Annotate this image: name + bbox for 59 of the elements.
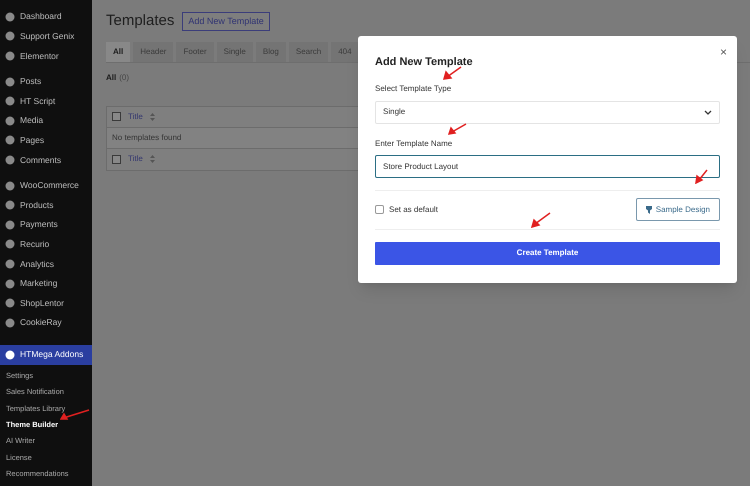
sidebar-item[interactable]: WooCommerce xyxy=(0,176,92,196)
circle-icon xyxy=(5,180,15,191)
annotation-arrow xyxy=(448,123,467,135)
field-label: Select Template Type xyxy=(375,82,452,94)
checkbox[interactable] xyxy=(112,112,121,121)
sidebar-item[interactable]: Elementor xyxy=(0,46,92,66)
sidebar-item[interactable]: CookieRay xyxy=(0,312,92,332)
circle-icon xyxy=(5,200,15,210)
sidebar-item[interactable]: Products xyxy=(0,195,92,215)
circle-icon xyxy=(5,154,15,165)
sidebar-item[interactable]: Recurio xyxy=(0,234,92,254)
checkbox[interactable] xyxy=(375,205,384,214)
template-type-select[interactable]: Single xyxy=(375,100,720,124)
annotation-arrow xyxy=(443,66,462,80)
sidebar-item[interactable]: Analytics xyxy=(0,254,92,274)
sidebar-item[interactable]: Payments xyxy=(0,214,92,235)
field-label: Enter Template Name xyxy=(375,138,454,150)
circle-icon xyxy=(5,220,15,230)
circle-icon xyxy=(5,278,15,289)
circle-icon xyxy=(5,135,15,146)
circle-icon xyxy=(5,31,15,42)
sidebar-item[interactable]: Comments xyxy=(0,150,92,170)
sort-icon[interactable] xyxy=(150,155,155,163)
circle-icon xyxy=(5,298,15,308)
select-value: Single xyxy=(383,106,406,118)
circle-icon xyxy=(5,50,15,61)
checkbox[interactable] xyxy=(112,154,121,164)
sidebar-item[interactable]: Marketing xyxy=(0,274,92,294)
sidebar-item[interactable]: Support Genix xyxy=(0,26,92,46)
filter-link[interactable]: All xyxy=(106,72,116,84)
modal-title: Add New Template xyxy=(375,55,474,70)
empty-message: No templates found xyxy=(112,132,182,144)
sort-icon[interactable] xyxy=(150,112,155,120)
sidebar-item[interactable]: Pages xyxy=(0,130,92,150)
circle-icon xyxy=(5,239,15,250)
sidebar-item[interactable]: ShopLentor xyxy=(0,293,92,313)
circle-icon xyxy=(5,258,15,269)
annotation-arrow xyxy=(695,169,708,184)
circle-icon xyxy=(5,318,15,328)
close-button[interactable]: × xyxy=(720,46,727,58)
page-title: Templates xyxy=(106,11,174,31)
filter-count: (0) xyxy=(119,72,130,84)
circle-icon xyxy=(5,12,15,22)
sidebar-item[interactable]: HTMega Addons xyxy=(0,344,92,364)
sidebar-item[interactable]: Media xyxy=(0,110,92,131)
checkbox-label: Set as default xyxy=(389,204,438,216)
tab[interactable]: All xyxy=(106,42,130,62)
create-template-button[interactable]: Create Template xyxy=(375,242,720,264)
sidebar-item[interactable]: Posts xyxy=(0,72,92,92)
sample-design-button[interactable]: Sample Design xyxy=(636,198,720,221)
annotation-arrow xyxy=(531,212,551,228)
template-name-input[interactable]: Store Product Layout xyxy=(375,154,720,178)
circle-icon xyxy=(5,116,15,126)
sidebar-item[interactable]: Dashboard xyxy=(0,7,92,27)
circle-icon xyxy=(5,76,15,87)
chevron-down-icon xyxy=(704,110,712,114)
circle-icon xyxy=(5,96,15,106)
circle-icon xyxy=(5,350,15,360)
sidebar-item[interactable]: HT Script xyxy=(0,91,92,111)
